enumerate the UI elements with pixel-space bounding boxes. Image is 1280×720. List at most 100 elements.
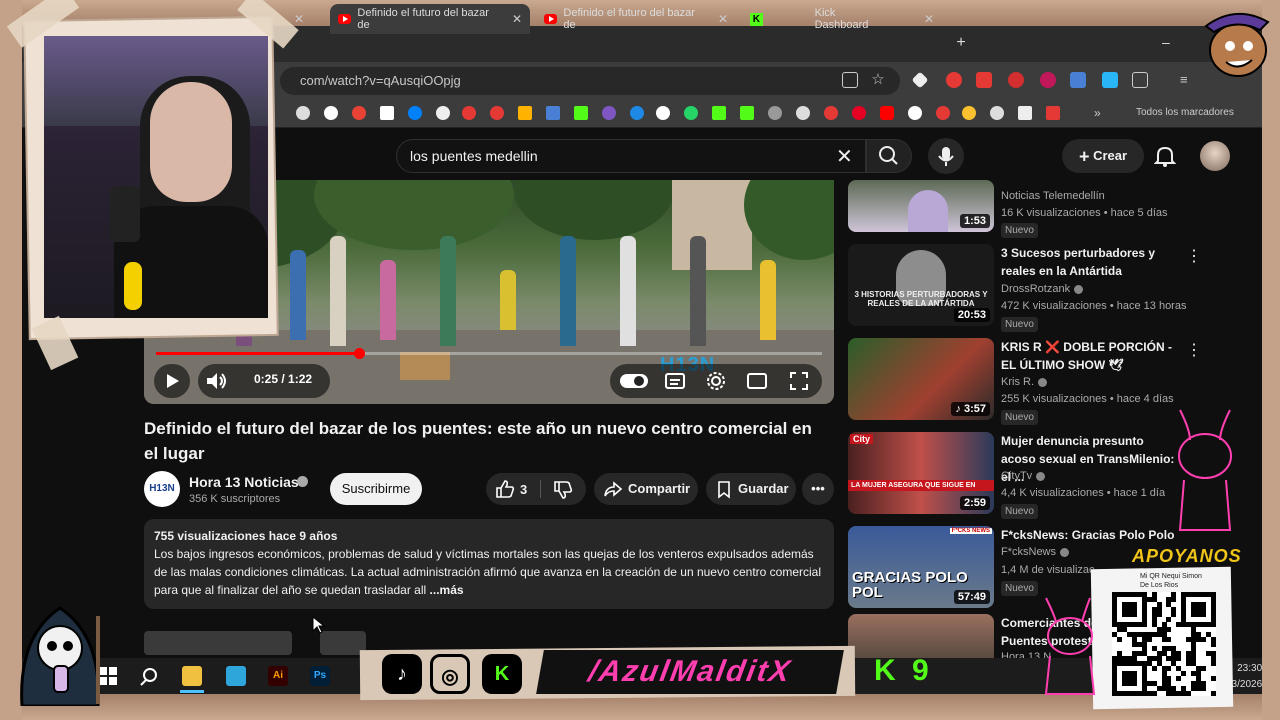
- tab-kick-dashboard[interactable]: K Kick Dashboard ✕: [742, 4, 942, 34]
- bookmark-icon[interactable]: [824, 106, 838, 120]
- bookmark-icon[interactable]: [462, 106, 476, 120]
- extensions-puzzle-icon[interactable]: [1132, 72, 1148, 88]
- k9-logo: K 9: [874, 654, 933, 687]
- recommendation-thumbnail[interactable]: City LA MUJER ASEGURA QUE SIGUE EN 2:59: [848, 432, 994, 514]
- bookmark-icon[interactable]: [324, 106, 338, 120]
- bookmark-icon[interactable]: [602, 106, 616, 120]
- youtube-bookmark-icon[interactable]: [880, 106, 894, 120]
- illustrator-icon[interactable]: Ai: [268, 666, 288, 686]
- bookmark-icon[interactable]: [296, 106, 310, 120]
- meta-bookmark-icon[interactable]: [408, 106, 422, 120]
- bookmark-star-icon[interactable]: ☆: [870, 72, 886, 88]
- bookmark-icon[interactable]: [490, 106, 504, 120]
- search-input[interactable]: los puentes medellin: [396, 139, 866, 173]
- bookmark-icon[interactable]: [546, 106, 560, 120]
- extension-red-icon[interactable]: [946, 72, 962, 88]
- gmail-bookmark-icon[interactable]: [352, 106, 366, 120]
- subscribe-button[interactable]: Suscribirme: [330, 473, 422, 505]
- bookmark-icon[interactable]: [740, 106, 754, 120]
- extension-pink-icon[interactable]: [1040, 72, 1056, 88]
- more-vertical-icon[interactable]: ⋮: [1186, 246, 1202, 266]
- search-button[interactable]: [866, 139, 912, 173]
- bookmark-icon[interactable]: [1046, 106, 1060, 120]
- theater-mode-icon[interactable]: [746, 371, 768, 391]
- taskbar-search-icon[interactable]: [138, 666, 160, 688]
- create-button[interactable]: + Crear: [1062, 139, 1144, 173]
- description-text: Los bajos ingresos económicos, problemas…: [154, 545, 824, 599]
- tab-youtube-1[interactable]: Definido el futuro del bazar de ✕: [330, 4, 530, 34]
- recommendation-channel[interactable]: F*cksNews: [1001, 546, 1070, 558]
- settings-gear-icon[interactable]: [705, 370, 727, 392]
- tab-close-icon[interactable]: ✕: [924, 12, 934, 26]
- recommendation-channel[interactable]: DrossRotzank: [1001, 283, 1084, 295]
- bookmark-icon[interactable]: [436, 106, 450, 120]
- bookmark-icon[interactable]: [936, 106, 950, 120]
- save-button[interactable]: Guardar: [706, 473, 796, 505]
- app-icon[interactable]: [226, 666, 246, 686]
- bookmark-icon[interactable]: [656, 106, 670, 120]
- recommendation-thumbnail[interactable]: ♪ 3:57: [848, 338, 994, 420]
- new-tab-button[interactable]: +: [952, 34, 970, 52]
- channel-name[interactable]: Hora 13 Noticias: [189, 474, 299, 490]
- tab-youtube-2[interactable]: Definido el futuro del bazar de ✕: [536, 4, 736, 34]
- recommendation-title[interactable]: F*cksNews: Gracias Polo Polo: [1001, 526, 1181, 544]
- whatsapp-bookmark-icon[interactable]: [684, 106, 698, 120]
- fullscreen-icon[interactable]: [788, 370, 810, 392]
- description-box[interactable]: 755 visualizaciones hace 9 años Los bajo…: [144, 519, 834, 609]
- reading-list-icon[interactable]: ≡: [1180, 72, 1196, 88]
- channel-avatar[interactable]: H13N: [144, 471, 180, 507]
- tab-close-icon[interactable]: ✕: [294, 12, 304, 26]
- recommendation-thumbnail[interactable]: F*CKS NEWS GRACIAS POLO POL 57:49: [848, 526, 994, 608]
- voice-search-button[interactable]: [928, 138, 964, 174]
- recommendation-channel[interactable]: CityTv: [1001, 470, 1046, 482]
- like-icon[interactable]: [494, 479, 516, 499]
- pinterest-bookmark-icon[interactable]: [852, 106, 866, 120]
- more-vertical-icon[interactable]: ⋮: [1186, 340, 1202, 360]
- photoshop-icon[interactable]: Ps: [310, 666, 330, 686]
- notifications-button[interactable]: [1153, 144, 1177, 168]
- bookmark-icon[interactable]: [796, 106, 810, 120]
- recommendation-channel[interactable]: Kris R.: [1001, 376, 1047, 388]
- recommendation-thumbnail[interactable]: 1:53: [848, 180, 994, 232]
- tab-close-icon[interactable]: ✕: [512, 12, 522, 26]
- extension-ap-icon[interactable]: [1008, 72, 1024, 88]
- bookmark-icon[interactable]: [518, 106, 532, 120]
- dislike-icon[interactable]: [552, 480, 574, 500]
- verified-badge-icon: [1074, 284, 1084, 294]
- facebook-bookmark-icon[interactable]: [380, 106, 394, 120]
- recommendation-thumbnail[interactable]: [848, 614, 994, 658]
- recommendation-title[interactable]: KRIS R ❌ DOBLE PORCIÓN - EL ÚLTIMO SHOW …: [1001, 338, 1181, 374]
- subtitles-icon[interactable]: [664, 371, 686, 391]
- translate-icon[interactable]: [1070, 72, 1086, 88]
- show-more-link[interactable]: ...más: [430, 583, 464, 597]
- autoplay-toggle[interactable]: [620, 374, 648, 388]
- bookmark-icon[interactable]: [908, 106, 922, 120]
- url-input[interactable]: com/watch?v=qAusqiOOpjg: [280, 67, 900, 95]
- all-bookmarks-folder[interactable]: Todos los marcadores: [1136, 107, 1234, 118]
- recommendation-thumbnail[interactable]: 3 HISTORIAS PERTURBADORAS Y REALES DE LA…: [848, 244, 994, 326]
- recommendation-channel[interactable]: Noticias Telemedellín: [1001, 190, 1105, 202]
- extension-blue-icon[interactable]: [1102, 72, 1118, 88]
- account-avatar[interactable]: [1200, 141, 1230, 171]
- play-button[interactable]: [154, 364, 190, 398]
- bookmark-icon[interactable]: [1018, 106, 1032, 120]
- tab-close-icon[interactable]: ✕: [718, 12, 728, 26]
- more-bookmarks-icon[interactable]: »: [1094, 106, 1108, 120]
- bookmark-icon[interactable]: [574, 106, 588, 120]
- share-button[interactable]: Compartir: [594, 473, 698, 505]
- bookmark-icon[interactable]: [990, 106, 1004, 120]
- volume-icon[interactable]: [204, 370, 230, 392]
- kick-bookmark-icon[interactable]: [712, 106, 726, 120]
- recommendation-title[interactable]: 3 Sucesos perturbadores y reales en la A…: [1001, 244, 1181, 280]
- extension-play-icon[interactable]: [976, 72, 992, 88]
- install-app-icon[interactable]: [842, 72, 858, 88]
- bookmark-icon[interactable]: [962, 106, 976, 120]
- bookmark-icon[interactable]: [630, 106, 644, 120]
- qr-module: [1211, 661, 1217, 667]
- more-actions-button[interactable]: •••: [802, 473, 834, 505]
- scrubber-handle[interactable]: [354, 348, 365, 359]
- clear-search-icon[interactable]: ✕: [836, 144, 853, 169]
- file-explorer-icon[interactable]: [182, 666, 202, 686]
- minimize-button[interactable]: –: [1162, 34, 1170, 50]
- bookmark-icon[interactable]: [768, 106, 782, 120]
